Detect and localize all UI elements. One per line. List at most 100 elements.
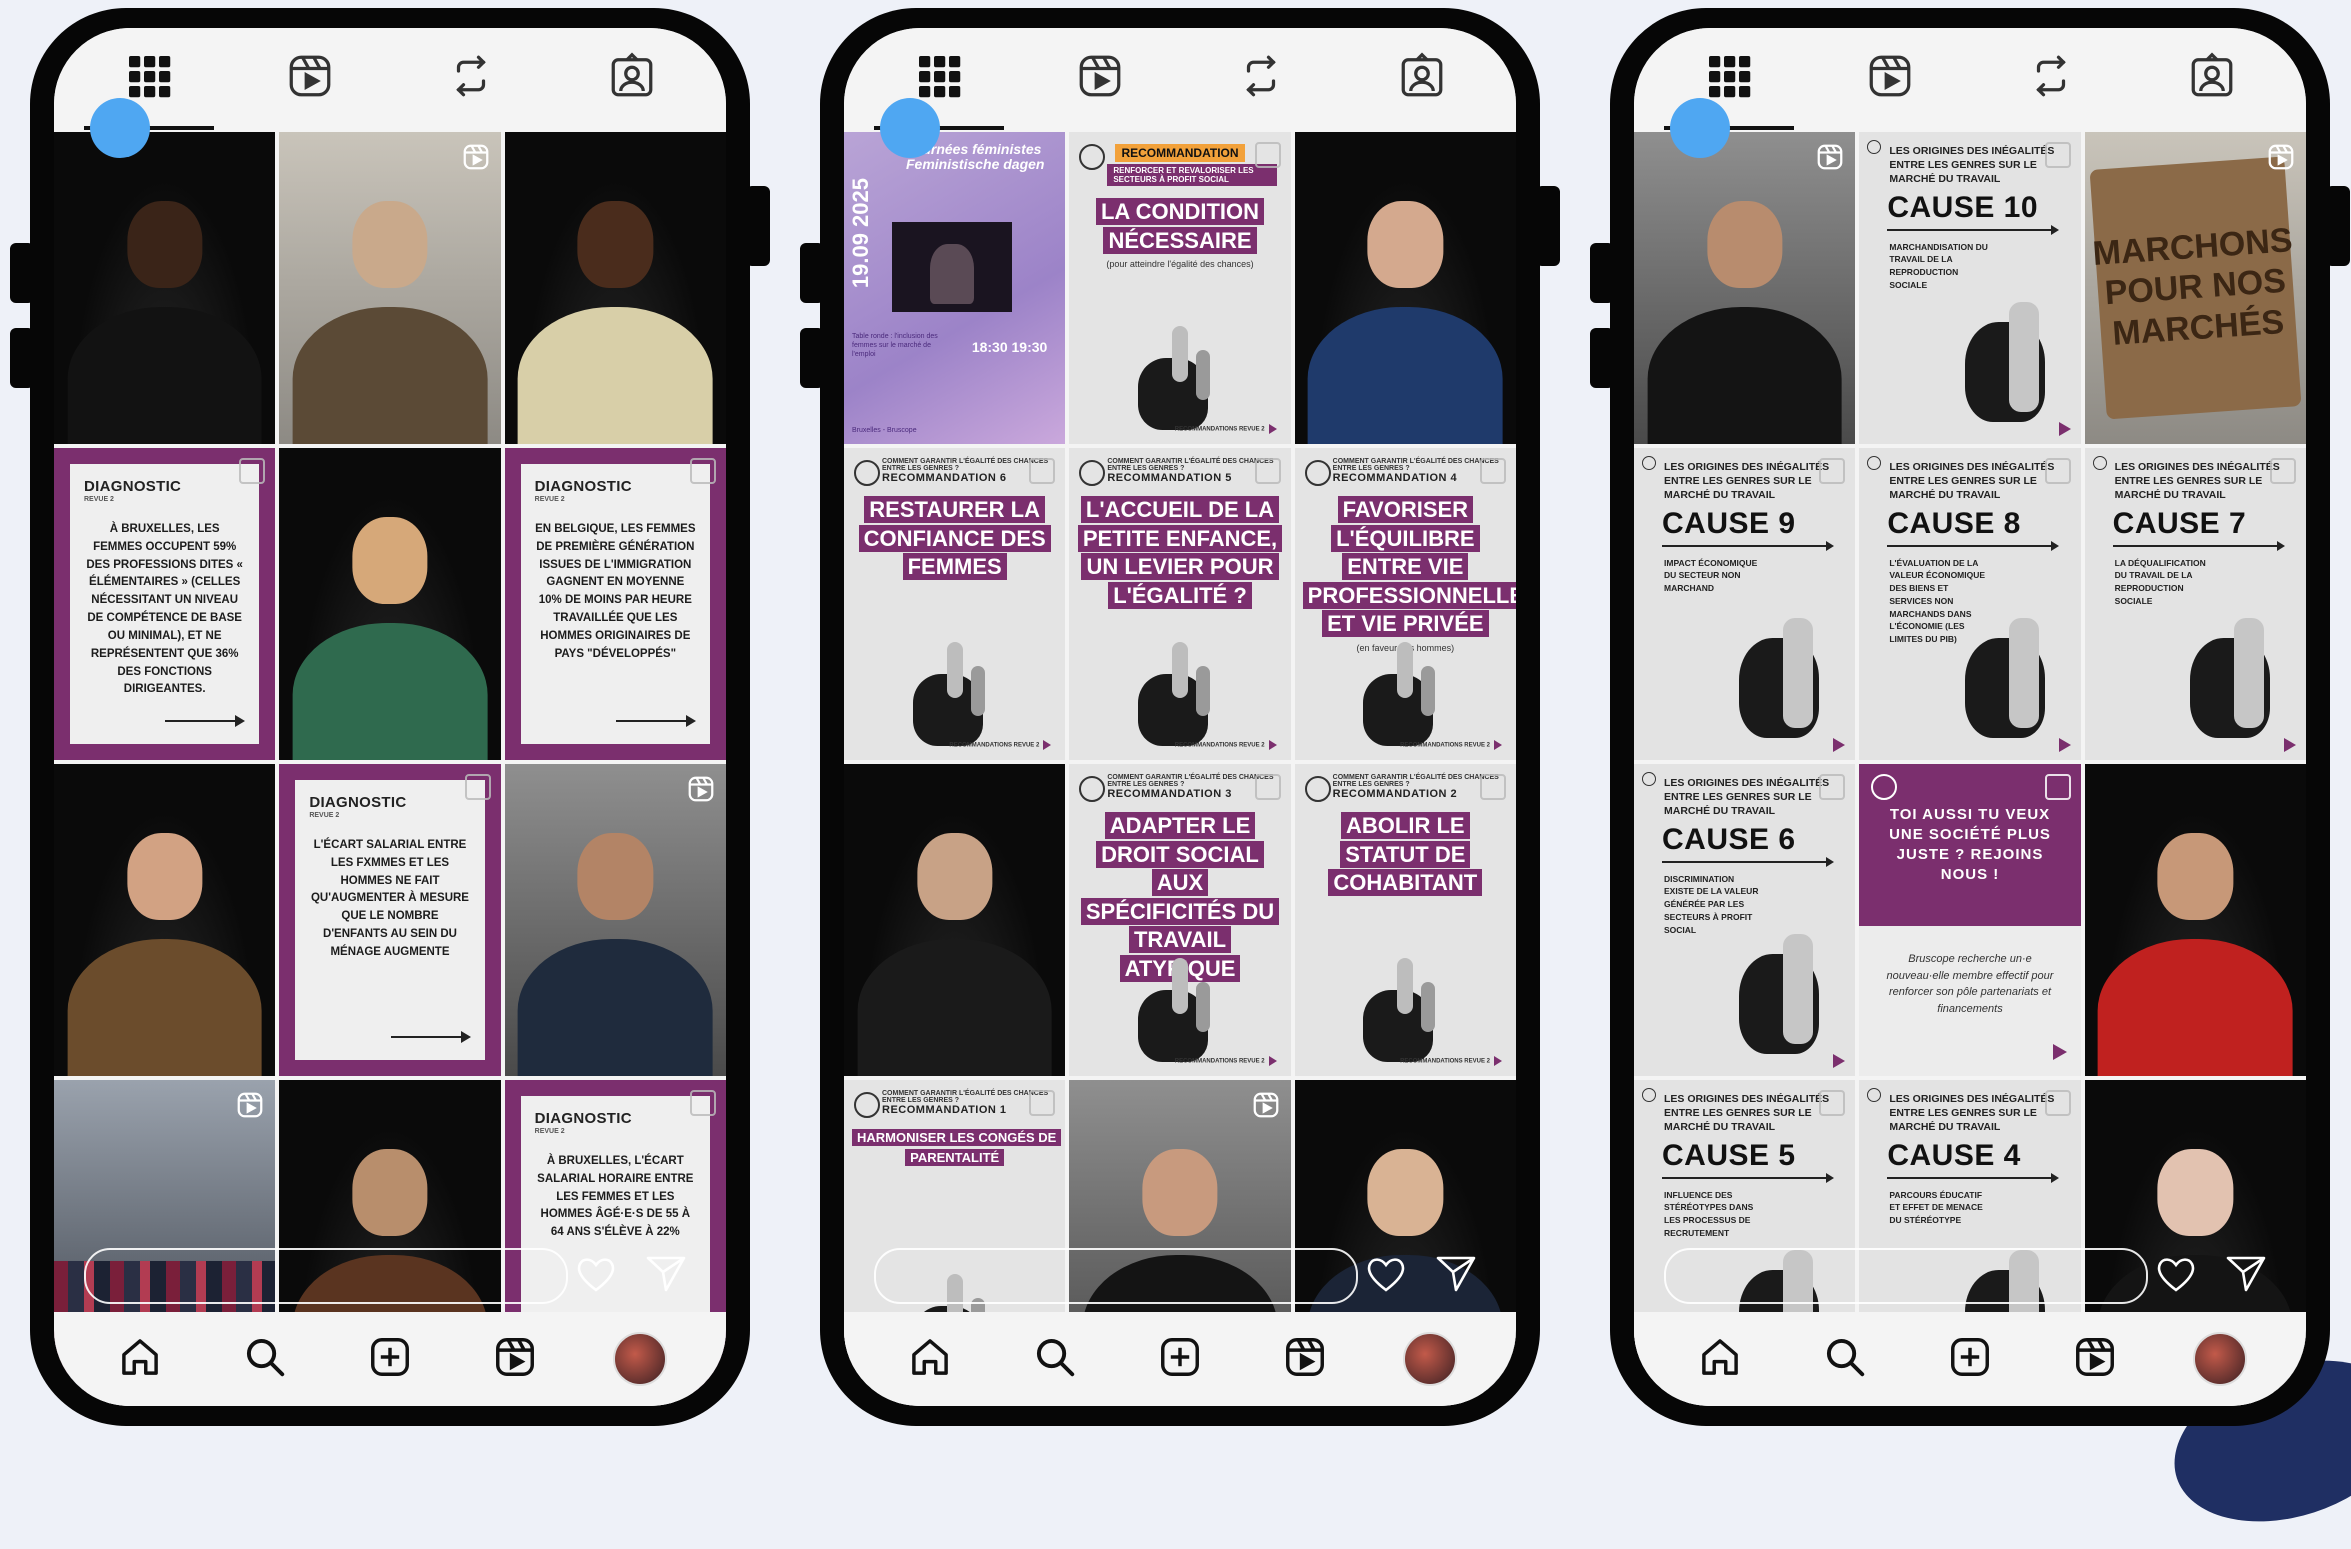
nav-search[interactable]	[237, 1331, 293, 1387]
figure-shape	[1397, 958, 1414, 1014]
carousel-icon	[1254, 774, 1281, 800]
tab-reels[interactable]	[1860, 48, 1920, 108]
recommendation-footer: RECOMMANDATIONS REVUE 2	[1175, 740, 1277, 750]
carousel-icon	[689, 458, 716, 484]
illustration	[1959, 608, 2069, 738]
recommendation-title-wrap: ABOLIR LE STATUT DE COHABITANT	[1303, 812, 1508, 898]
post-recommendation[interactable]: COMMENT GARANTIR L'ÉGALITÉ DES CHANCES E…	[1069, 448, 1291, 760]
diagnostic-card: DIAGNOSTIC REVUE 2 L'écart salarial entre …	[295, 780, 485, 1060]
nav-create[interactable]	[1152, 1331, 1208, 1387]
recommendation-number: RECOMMANDATION 2	[1332, 788, 1458, 800]
phone-frame: Les origines des inégalités entre les ge…	[1590, 8, 2350, 1426]
post-cause[interactable]: Les origines des inégalités entre les ge…	[1859, 448, 2081, 760]
logo-icon	[1642, 772, 1656, 786]
touch-indicator	[90, 98, 150, 158]
post-cause[interactable]: Les origines des inégalités entre les ge…	[2084, 448, 2306, 760]
heart-icon[interactable]	[1364, 1254, 1408, 1294]
carousel-icon	[1479, 774, 1506, 800]
heart-icon[interactable]	[2154, 1254, 2198, 1294]
person-head	[2157, 832, 2233, 920]
tab-reposts[interactable]	[1231, 48, 1291, 108]
nav-search[interactable]	[1027, 1331, 1083, 1387]
overlay-input[interactable]	[84, 1248, 568, 1304]
send-icon[interactable]	[2224, 1254, 2268, 1294]
tab-tagged[interactable]	[2182, 48, 2242, 108]
post-thumbnail[interactable]	[279, 448, 501, 760]
person-head	[352, 516, 428, 604]
nav-profile[interactable]	[612, 1331, 668, 1387]
nav-home[interactable]	[902, 1331, 958, 1387]
person-head	[127, 832, 203, 920]
post-thumbnail[interactable]	[504, 132, 726, 444]
logo-icon	[1642, 1088, 1656, 1102]
nav-reels[interactable]	[1277, 1331, 1333, 1387]
nav-create[interactable]	[362, 1331, 418, 1387]
bottom-nav	[844, 1312, 1516, 1406]
post-recommendation[interactable]: COMMENT GARANTIR L'ÉGALITÉ DES CHANCES E…	[1294, 448, 1516, 760]
figure-shape	[970, 666, 985, 716]
post-recommendation[interactable]: RECOMMANDATION RENFORCER ET REVALORISER L…	[1069, 132, 1291, 444]
cause-description: Influence des stéréotypes dans les proce…	[1664, 1189, 1754, 1238]
side-button	[746, 186, 770, 266]
tab-tagged[interactable]	[602, 48, 662, 108]
post-event[interactable]: Journées féministes Feministische dagen 1…	[844, 132, 1066, 444]
diagnostic-text: À Bruxelles, l'écart salarial horaire en…	[537, 1155, 694, 1239]
person-head	[352, 1148, 428, 1236]
post-join[interactable]: TOI AUSSI TU VEUX UNE SOCIÉTÉ PLUS JUSTE…	[1859, 764, 2081, 1076]
post-thumbnail[interactable]	[1294, 132, 1516, 444]
nav-home[interactable]	[1692, 1331, 1748, 1387]
overlay-input[interactable]	[1664, 1248, 2148, 1304]
tab-reposts[interactable]	[441, 48, 501, 108]
post-thumbnail[interactable]	[279, 132, 501, 444]
nav-create[interactable]	[1942, 1331, 1998, 1387]
post-cause[interactable]: Les origines des inégalités entre les ge…	[1634, 764, 1856, 1076]
post-recommendation[interactable]: COMMENT GARANTIR L'ÉGALITÉ DES CHANCES E…	[844, 448, 1066, 760]
post-recommendation[interactable]: COMMENT GARANTIR L'ÉGALITÉ DES CHANCES E…	[1294, 764, 1516, 1076]
arrow-icon	[1662, 540, 1834, 551]
nav-home[interactable]	[112, 1331, 168, 1387]
event-time: 18:30 19:30	[971, 339, 1048, 355]
send-icon[interactable]	[644, 1254, 688, 1294]
overlay-input[interactable]	[874, 1248, 1358, 1304]
person-body	[2097, 938, 2293, 1076]
cause-description: Marchandisation du travail de la reprodu…	[1889, 241, 1988, 290]
post-cause[interactable]: Les origines des inégalités entre les ge…	[1634, 448, 1856, 760]
send-icon[interactable]	[1434, 1254, 1478, 1294]
diagnostic-label: DIAGNOSTIC	[534, 478, 632, 495]
nav-reels[interactable]	[487, 1331, 543, 1387]
post-diagnostic[interactable]: DIAGNOSTIC REVUE 2 L'écart salarial entre …	[279, 764, 501, 1076]
arrow-icon	[165, 715, 246, 727]
tab-reels[interactable]	[1070, 48, 1130, 108]
post-thumbnail[interactable]	[54, 764, 276, 1076]
cause-description: La déqualification du travail de la repr…	[2114, 557, 2206, 606]
post-thumbnail[interactable]	[1634, 132, 1856, 444]
recommendation-heading: COMMENT GARANTIR L'ÉGALITÉ DES CHANCES E…	[1107, 774, 1274, 788]
post-thumbnail[interactable]	[844, 764, 1066, 1076]
post-cause[interactable]: Les origines des inégalités entre les ge…	[1859, 132, 2081, 444]
nav-profile[interactable]	[1402, 1331, 1458, 1387]
heart-icon[interactable]	[574, 1254, 618, 1294]
figure-shape	[1171, 958, 1188, 1014]
post-thumbnail[interactable]	[54, 132, 276, 444]
tab-reposts[interactable]	[2021, 48, 2081, 108]
tab-tagged[interactable]	[1392, 48, 1452, 108]
reels-nav-icon	[492, 1334, 538, 1385]
nav-profile[interactable]	[2192, 1331, 2248, 1387]
tab-reels[interactable]	[280, 48, 340, 108]
triangle-icon	[2058, 422, 2071, 436]
nav-search[interactable]	[1817, 1331, 1873, 1387]
post-thumbnail[interactable]: MARCHONS POUR NOS MARCHÉS	[2084, 132, 2306, 444]
nav-reels[interactable]	[2067, 1331, 2123, 1387]
search-icon	[1822, 1334, 1868, 1385]
post-recommendation[interactable]: COMMENT GARANTIR L'ÉGALITÉ DES CHANCES E…	[1069, 764, 1291, 1076]
figure-shape	[1171, 642, 1188, 698]
arrow-icon	[1887, 224, 2060, 235]
post-diagnostic[interactable]: DIAGNOSTIC REVUE 2 En Belgique, les femmes…	[504, 448, 726, 760]
post-thumbnail[interactable]	[504, 764, 726, 1076]
person-head	[2157, 1148, 2233, 1236]
bottom-nav	[54, 1312, 726, 1406]
join-text: Bruscope recherche un·e nouveau·elle mem…	[1886, 953, 2054, 1015]
post-diagnostic[interactable]: DIAGNOSTIC REVUE 2 À Bruxelles, les femmes…	[54, 448, 276, 760]
recommendation-title: ABOLIR LE STATUT DE COHABITANT	[1328, 812, 1483, 897]
post-thumbnail[interactable]	[2084, 764, 2306, 1076]
